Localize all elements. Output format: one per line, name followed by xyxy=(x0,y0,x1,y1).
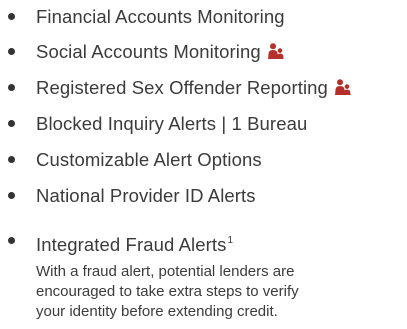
feature-label: Blocked Inquiry Alerts | 1 Bureau xyxy=(36,113,308,134)
list-item: Integrated Fraud Alerts1 xyxy=(0,226,407,256)
feature-label: Customizable Alert Options xyxy=(36,149,262,170)
feature-label: Financial Accounts Monitoring xyxy=(36,6,285,27)
footnote-marker[interactable]: 1 xyxy=(228,235,234,246)
bullet xyxy=(8,156,15,163)
feature-label-text: Social Accounts Monitoring xyxy=(36,41,261,62)
list-item: Registered Sex Offender Reporting xyxy=(0,73,407,103)
list-item: Blocked Inquiry Alerts | 1 Bureau xyxy=(0,109,407,139)
family-icon xyxy=(267,43,284,59)
bullet xyxy=(8,13,15,20)
bullet xyxy=(8,237,15,244)
description-line: your identity before extending credit. xyxy=(36,303,278,320)
feature-label: Registered Sex Offender Reporting xyxy=(36,76,352,100)
bullet xyxy=(8,192,15,199)
fraud-alert-description: With a fraud alert, potential lenders ar… xyxy=(36,262,376,322)
feature-label: Social Accounts Monitoring xyxy=(36,40,285,64)
feature-label-text: Integrated Fraud Alerts xyxy=(36,234,227,255)
list-item: Social Accounts Monitoring xyxy=(0,37,407,67)
bullet xyxy=(8,48,15,55)
feature-label: National Provider ID Alerts xyxy=(36,185,256,206)
list-item: Customizable Alert Options xyxy=(0,145,407,175)
bullet xyxy=(8,120,15,127)
feature-label: Integrated Fraud Alerts1 xyxy=(36,229,233,257)
feature-label-text: Registered Sex Offender Reporting xyxy=(36,77,328,98)
list-item: Financial Accounts Monitoring xyxy=(0,2,407,32)
family-icon xyxy=(334,79,351,95)
list-item: National Provider ID Alerts xyxy=(0,181,407,211)
description-line: encouraged to take extra steps to verify xyxy=(36,283,299,300)
description-line: With a fraud alert, potential lenders ar… xyxy=(36,263,295,280)
bullet xyxy=(8,84,15,91)
